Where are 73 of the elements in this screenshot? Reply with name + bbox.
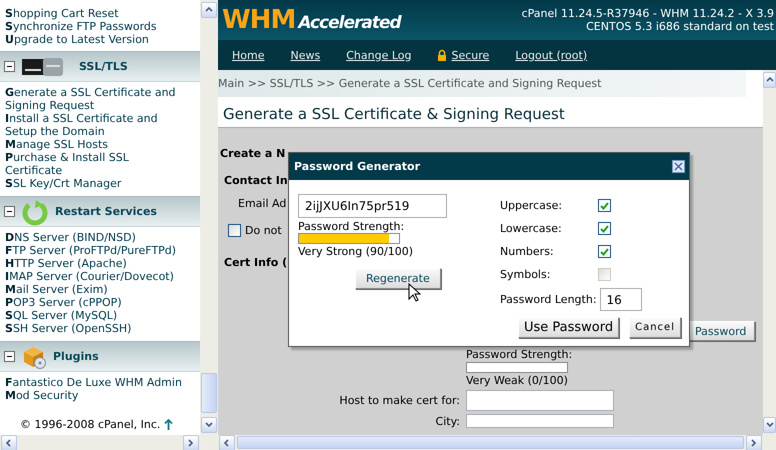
- dialog-title: Password Generator: [294, 160, 420, 173]
- sidebar-link[interactable]: Synchronize FTP Passwords: [5, 20, 186, 33]
- section-title: Plugins: [53, 350, 99, 363]
- option-label: Symbols:: [500, 268, 552, 281]
- breadcrumb-text: Main >> SSL/TLS >> Generate a SSL Certificate and Signing Request: [218, 77, 602, 90]
- nav-link[interactable]: Logout (root): [515, 48, 588, 62]
- section-title: Restart Services: [55, 205, 157, 218]
- sidebar-link[interactable]: POP3 Server (cPPOP): [5, 296, 186, 309]
- close-icon: [674, 162, 683, 171]
- sidebar-link[interactable]: DNS Server (BIND/NSD): [5, 231, 186, 244]
- length-field[interactable]: 16: [600, 288, 642, 311]
- regenerate-button[interactable]: Regenerate: [355, 268, 441, 289]
- sidebar-link[interactable]: FTP Server (ProFTPd/PureFTPd): [5, 244, 186, 257]
- option-label: Password Length:: [500, 293, 597, 306]
- section-heading: Cert Info (: [224, 256, 288, 269]
- checkbox[interactable]: [598, 199, 611, 212]
- field-label: Host to make cert for:: [339, 394, 460, 407]
- host-field[interactable]: [466, 390, 614, 411]
- sidebar-link[interactable]: SSL Key/Crt Manager: [5, 177, 186, 190]
- checkbox[interactable]: [598, 245, 611, 258]
- sidebar-link[interactable]: SSH Server (OpenSSH): [5, 322, 186, 335]
- option-label: Numbers:: [500, 245, 555, 258]
- copyright-text: © 1996-2008 cPanel, Inc.: [20, 418, 160, 431]
- system-text: CENTOS 5.3 i686 standard on test: [586, 20, 774, 33]
- ssl-logo-icon: [21, 56, 65, 78]
- lock-icon: [437, 49, 448, 61]
- form-heading: Create a N: [220, 147, 286, 160]
- nav-link[interactable]: Change Log: [346, 48, 412, 62]
- sidebar-link[interactable]: HTTP Server (Apache): [5, 257, 186, 270]
- checkbox[interactable]: [598, 222, 611, 235]
- checkbox[interactable]: [228, 224, 241, 237]
- sidebar-link[interactable]: SQL Server (MySQL): [5, 309, 186, 322]
- sidebar-link[interactable]: Upgrade to Latest Version: [5, 33, 186, 46]
- nav-link[interactable]: Secure: [451, 48, 490, 62]
- strength-text: Very Weak (0/100): [466, 374, 569, 387]
- password-field[interactable]: 2ijJXU6In75pr519: [298, 194, 447, 218]
- close-button[interactable]: [672, 160, 685, 173]
- collapse-icon[interactable]: [4, 61, 15, 72]
- collapse-icon[interactable]: [4, 206, 15, 217]
- scrollbar[interactable]: [200, 0, 218, 435]
- field-label: Email Ad: [238, 197, 286, 210]
- sidebar-link[interactable]: IMAP Server (Courier/Dovecot): [5, 270, 186, 283]
- sidebar-link[interactable]: Mail Server (Exim): [5, 283, 186, 296]
- scrollbar[interactable]: [0, 435, 200, 450]
- sidebar-link[interactable]: Manage SSL Hosts: [5, 138, 186, 151]
- option-label: Lowercase:: [500, 222, 563, 235]
- strength-label: Password Strength:: [298, 220, 406, 233]
- section-title: SSL/TLS: [79, 60, 128, 73]
- mouse-pointer-icon: [408, 283, 421, 303]
- sidebar-link[interactable]: Mod Security: [5, 389, 186, 402]
- option-label: Uppercase:: [500, 199, 564, 212]
- nav-link[interactable]: News: [290, 48, 320, 62]
- scrollbar-thumb[interactable]: [201, 373, 217, 413]
- checkbox-label: Do not: [245, 224, 282, 237]
- strength-label: Password Strength:: [466, 348, 574, 361]
- field-label: City:: [436, 414, 460, 428]
- nav-link[interactable]: Home: [232, 48, 264, 62]
- version-text: cPanel 11.24.5-R37946 - WHM 11.24.2 - X 3.9: [522, 7, 774, 20]
- scrollbar[interactable]: [218, 435, 763, 450]
- up-arrow-icon[interactable]: [164, 419, 174, 430]
- sidebar-link[interactable]: Purchase & Install SSL Certificate: [5, 151, 186, 177]
- sidebar-link[interactable]: Shopping Cart Reset: [5, 7, 186, 20]
- cancel-button[interactable]: Cancel: [629, 317, 681, 338]
- sidebar-link[interactable]: Fantastico De Luxe WHM Admin: [5, 376, 186, 389]
- city-field[interactable]: [466, 414, 614, 428]
- strength-text: Very Strong (90/100): [298, 245, 414, 258]
- whm-logo: WHMAccelerated: [222, 5, 401, 35]
- scrollbar[interactable]: [763, 70, 776, 435]
- collapse-icon[interactable]: [4, 351, 15, 362]
- scrollbar-thumb[interactable]: [237, 436, 744, 449]
- section-heading: Contact In: [224, 174, 288, 187]
- use-password-button[interactable]: Use Password: [518, 317, 620, 338]
- refresh-icon: [21, 198, 49, 226]
